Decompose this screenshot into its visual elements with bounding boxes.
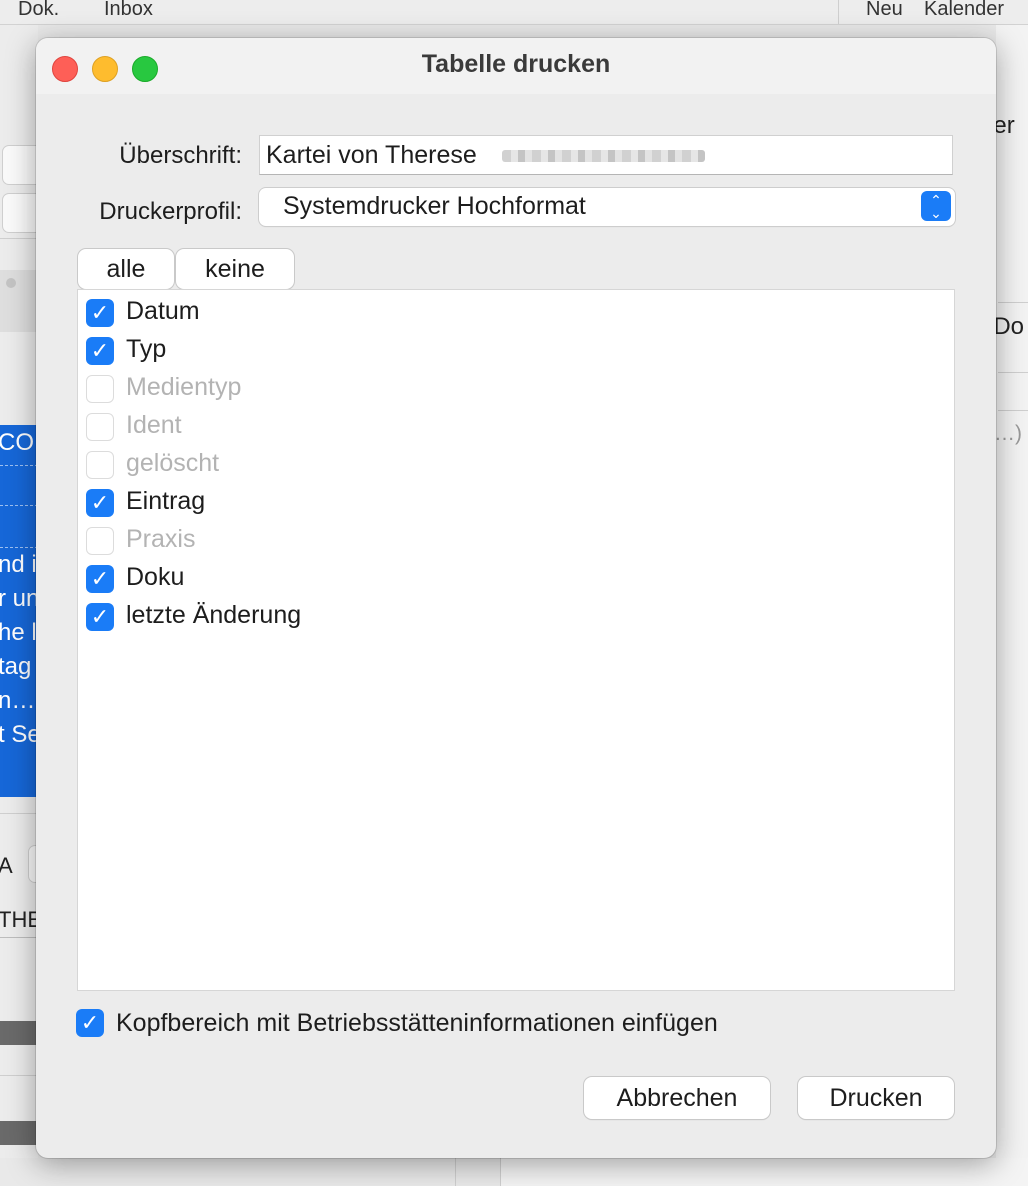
chevron-down-icon: ⌄	[930, 205, 942, 221]
column-checkbox	[86, 375, 114, 403]
menu-item-kalender[interactable]: Kalender	[924, 0, 1004, 21]
column-checkbox[interactable]: ✓	[86, 337, 114, 365]
menu-item-dok[interactable]: Dok.	[18, 0, 59, 21]
divider	[998, 372, 1028, 373]
divider	[998, 302, 1028, 303]
cancel-button[interactable]: Abbrechen	[584, 1077, 770, 1119]
background-bottom-area	[0, 1158, 1028, 1186]
divider	[455, 1158, 456, 1186]
divider	[0, 937, 38, 938]
header-info-label[interactable]: Kopfbereich mit Betriebsstätteninformati…	[116, 1009, 718, 1038]
menubar-divider	[838, 0, 839, 24]
column-option-label: Eintrag	[126, 487, 206, 515]
background-menubar: Dok. Inbox Neu Kalender	[0, 0, 1028, 25]
background-scrollbar	[0, 1021, 38, 1045]
entry-text: he l	[0, 619, 37, 646]
select-arrows-icon[interactable]: ⌃ ⌄	[921, 191, 951, 221]
background-right-pane	[996, 25, 1028, 1186]
divider	[998, 410, 1028, 411]
entry-text: tag	[0, 653, 32, 680]
background-scrollbar	[0, 1121, 38, 1145]
column-option-label: Doku	[126, 563, 185, 591]
background-toolbar	[0, 270, 38, 332]
divider	[0, 547, 38, 548]
print-table-dialog: Tabelle drucken Überschrift: Druckerprof…	[36, 38, 996, 1158]
column-option-label: Praxis	[126, 525, 196, 553]
divider	[0, 465, 38, 466]
column-checkbox[interactable]: ✓	[86, 489, 114, 517]
dialog-title: Tabelle drucken	[421, 50, 611, 78]
entry-text: r un	[0, 585, 38, 612]
redacted-surname	[502, 150, 705, 162]
entry-text: n…	[0, 687, 36, 714]
divider	[0, 238, 38, 239]
background-panel	[500, 1158, 1028, 1186]
select-none-button[interactable]: keine	[176, 249, 294, 289]
column-checkbox[interactable]: ✓	[86, 603, 114, 631]
column-checkbox[interactable]: ✓	[86, 299, 114, 327]
column-checkbox	[86, 413, 114, 441]
printer-profile-select[interactable]: Systemdrucker Hochformat ⌃ ⌄	[259, 188, 955, 226]
background-selected-entry[interactable]: CO nd in r un he l tag n… t Se	[0, 425, 38, 797]
column-checkbox	[86, 451, 114, 479]
print-button[interactable]: Drucken	[798, 1077, 954, 1119]
menu-item-neu[interactable]: Neu	[866, 0, 903, 21]
divider	[0, 505, 38, 506]
column-option-label: Datum	[126, 297, 200, 325]
printer-profile-value: Systemdrucker Hochformat	[283, 192, 586, 220]
column-checkbox	[86, 527, 114, 555]
dot-icon	[6, 278, 16, 288]
column-option-label: Ident	[126, 411, 182, 439]
entry-text: nd in	[0, 551, 38, 578]
column-option-label: Typ	[126, 335, 167, 363]
entry-text: CO	[0, 429, 34, 456]
column-option-label: gelöscht	[126, 449, 220, 477]
dialog-titlebar: Tabelle drucken	[36, 38, 996, 94]
printer-profile-label: Druckerprofil:	[99, 198, 242, 225]
column-checkbox[interactable]: ✓	[86, 565, 114, 593]
select-all-button[interactable]: alle	[78, 249, 174, 289]
background-label: …)	[994, 422, 1022, 445]
background-left-pane: CO nd in r un he l tag n… t Se A THE	[0, 25, 44, 1186]
header-info-checkbox[interactable]: ✓	[76, 1009, 104, 1037]
entry-text: t Se	[0, 721, 38, 748]
divider	[0, 813, 38, 814]
menu-item-inbox[interactable]: Inbox	[104, 0, 153, 21]
column-checkbox-list: ✓ Datum ✓ Typ Medientyp Ident gelöscht ✓ Eintrag…	[77, 289, 955, 991]
column-option-label: letzte Änderung	[126, 601, 302, 629]
column-option-label: Medientyp	[126, 373, 242, 401]
background-label: A	[0, 853, 13, 878]
heading-label: Überschrift:	[119, 142, 242, 169]
divider	[0, 1075, 38, 1076]
